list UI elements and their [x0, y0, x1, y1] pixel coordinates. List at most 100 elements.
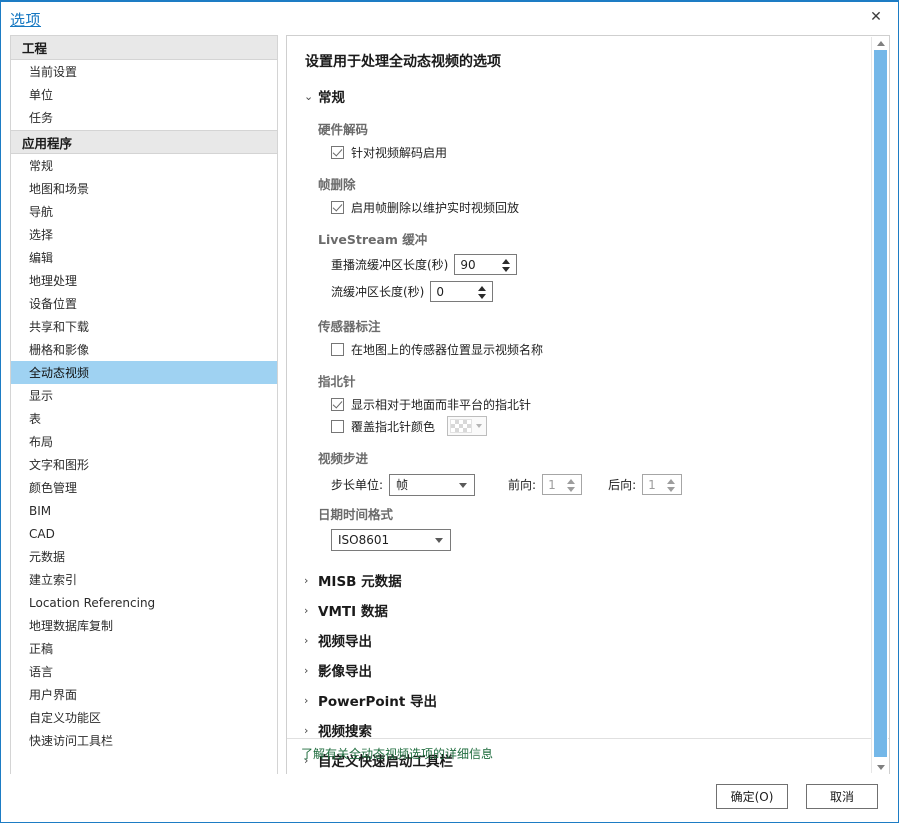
section-header-powerpoint-export-label: PowerPoint 导出 [318, 694, 438, 710]
sidebar-item-layout[interactable]: 布局 [11, 430, 277, 453]
checkbox-row-hardware-decode[interactable]: 针对视频解码启用 [331, 142, 858, 162]
color-picker-compass [447, 416, 488, 436]
vertical-scrollbar[interactable] [871, 37, 888, 773]
spinner-replay-buffer[interactable]: 90 [454, 254, 518, 275]
scroll-up-icon[interactable] [872, 37, 889, 49]
sidebar-item-color-management[interactable]: 颜色管理 [11, 476, 277, 499]
checkbox-frame-drop-label: 启用帧删除以维护实时视频回放 [351, 200, 520, 215]
cancel-button[interactable]: 取消 [806, 784, 878, 809]
ok-button[interactable]: 确定(O) [716, 784, 788, 809]
section-header-general[interactable]: ⌄ 常规 [304, 85, 858, 107]
section-header-video-export[interactable]: › 视频导出 [304, 629, 858, 651]
spinner-forward-step[interactable]: 1 [542, 474, 583, 495]
spinner-stream-buffer-arrows[interactable] [476, 283, 487, 301]
section-header-image-export-label: 影像导出 [318, 664, 372, 680]
spinner-backward-step-arrows[interactable] [665, 476, 676, 494]
checkbox-hardware-decode[interactable] [331, 145, 344, 159]
sidebar-item-location-referencing[interactable]: Location Referencing [11, 591, 277, 614]
color-swatch-transparent [450, 419, 473, 433]
combo-datetime-format[interactable]: ISO8601 [331, 529, 451, 551]
label-forward-step: 前向: [508, 478, 537, 492]
checkbox-row-compass-ground-relative[interactable]: 显示相对于地面而非平台的指北针 [331, 394, 858, 414]
page-title: 设置用于处理全动态视频的选项 [305, 54, 501, 70]
chevron-right-icon: › [304, 723, 309, 737]
checkbox-row-frame-drop[interactable]: 启用帧删除以维护实时视频回放 [331, 197, 858, 217]
checkbox-row-compass-override-color[interactable]: 覆盖指北针颜色 [331, 416, 858, 436]
sidebar-item-user-interface[interactable]: 用户界面 [11, 683, 277, 706]
section-header-misb-metadata-label: MISB 元数据 [318, 574, 402, 590]
sidebar-item-full-motion-video[interactable]: 全动态视频 [11, 361, 277, 384]
sidebar-item-current-settings[interactable]: 当前设置 [11, 60, 277, 83]
nav-group-header-application: 应用程序 [11, 130, 277, 154]
section-header-vmti-data[interactable]: › VMTI 数据 [304, 599, 858, 621]
label-backward-step: 后向: [608, 478, 637, 492]
sidebar-item-table[interactable]: 表 [11, 407, 277, 430]
sidebar-item-geodatabase-replication[interactable]: 地理数据库复制 [11, 614, 277, 637]
sidebar-item-quick-access-toolbar[interactable]: 快速访问工具栏 [11, 729, 277, 752]
content-scroll-area: 设置用于处理全动态视频的选项 ⌄ 常规 硬件解码 针对视频解码启用 帧删除 启用… [287, 36, 872, 774]
spinner-stream-buffer-value: 0 [436, 284, 445, 299]
sidebar-item-proofing[interactable]: 正稿 [11, 637, 277, 660]
group-label-livestream-buffer: LiveStream 缓冲 [318, 232, 428, 247]
sidebar-item-geoprocessing[interactable]: 地理处理 [11, 269, 277, 292]
spinner-replay-buffer-arrows[interactable] [500, 256, 511, 274]
scroll-down-icon[interactable] [872, 761, 889, 773]
nav-group-header-project: 工程 [11, 36, 277, 60]
spinner-backward-step[interactable]: 1 [642, 474, 683, 495]
field-row-datetime-format: ISO8601 [331, 527, 858, 553]
sidebar-item-indexing[interactable]: 建立索引 [11, 568, 277, 591]
chevron-right-icon: › [304, 603, 309, 617]
sidebar-item-language[interactable]: 语言 [11, 660, 277, 683]
checkbox-sensor-annotation-label: 在地图上的传感器位置显示视频名称 [351, 342, 544, 357]
spinner-stream-buffer[interactable]: 0 [430, 281, 494, 302]
sidebar[interactable]: 工程 当前设置 单位 任务 应用程序 常规 地图和场景 导航 选择 编辑 地理处… [10, 35, 278, 775]
sidebar-item-display[interactable]: 显示 [11, 384, 277, 407]
dialog-title: 选项 [10, 11, 42, 29]
checkbox-compass-ground-relative[interactable] [331, 397, 344, 411]
sidebar-item-navigation[interactable]: 导航 [11, 200, 277, 223]
sidebar-item-units[interactable]: 单位 [11, 83, 277, 106]
checkbox-compass-override-color[interactable] [331, 419, 344, 433]
checkbox-frame-drop[interactable] [331, 200, 344, 214]
checkbox-sensor-annotation[interactable] [331, 342, 344, 356]
sidebar-item-selection[interactable]: 选择 [11, 223, 277, 246]
checkbox-compass-ground-relative-label: 显示相对于地面而非平台的指北针 [351, 397, 532, 412]
group-label-hardware-decode: 硬件解码 [318, 122, 369, 137]
sidebar-item-text-and-graphics[interactable]: 文字和图形 [11, 453, 277, 476]
scrollbar-thumb[interactable] [874, 50, 887, 757]
checkbox-row-sensor-annotation[interactable]: 在地图上的传感器位置显示视频名称 [331, 339, 858, 359]
spinner-backward-step-value: 1 [648, 477, 656, 492]
dialog-footer: 确定(O) 取消 [1, 774, 898, 822]
sidebar-item-tasks[interactable]: 任务 [11, 106, 277, 129]
help-link[interactable]: 了解有关全动态视频选项的详细信息 [301, 745, 493, 762]
sidebar-item-device-location[interactable]: 设备位置 [11, 292, 277, 315]
sidebar-item-general[interactable]: 常规 [11, 154, 277, 177]
section-header-video-export-label: 视频导出 [318, 634, 372, 650]
spinner-forward-step-arrows[interactable] [565, 476, 576, 494]
section-header-powerpoint-export[interactable]: › PowerPoint 导出 [304, 689, 858, 711]
sidebar-item-share-and-download[interactable]: 共享和下载 [11, 315, 277, 338]
section-header-general-label: 常规 [318, 90, 345, 106]
section-header-misb-metadata[interactable]: › MISB 元数据 [304, 569, 858, 591]
sidebar-item-bim[interactable]: BIM [11, 499, 277, 522]
sidebar-item-raster-and-imagery[interactable]: 栅格和影像 [11, 338, 277, 361]
group-label-video-step: 视频步进 [318, 451, 369, 466]
group-label-frame-drop: 帧删除 [318, 177, 356, 192]
sidebar-item-customize-ribbon[interactable]: 自定义功能区 [11, 706, 277, 729]
sidebar-item-cad[interactable]: CAD [11, 522, 277, 545]
sidebar-item-metadata[interactable]: 元数据 [11, 545, 277, 568]
field-row-video-step: 步长单位: 帧 前向: 1 后向: 1 [331, 471, 858, 498]
combo-step-unit[interactable]: 帧 [389, 473, 476, 496]
section-header-image-export[interactable]: › 影像导出 [304, 659, 858, 681]
label-stream-buffer: 流缓冲区长度(秒) [331, 285, 425, 299]
label-replay-buffer: 重播流缓冲区长度(秒) [331, 258, 449, 272]
chevron-right-icon: › [304, 663, 309, 677]
group-label-datetime-format: 日期时间格式 [318, 507, 394, 522]
sidebar-item-editing[interactable]: 编辑 [11, 246, 277, 269]
combo-step-unit-value: 帧 [396, 478, 409, 492]
sidebar-item-map-and-scene[interactable]: 地图和场景 [11, 177, 277, 200]
title-bar: 选项 ✕ [1, 2, 898, 34]
chevron-right-icon: › [304, 633, 309, 647]
group-label-compass: 指北针 [318, 374, 356, 389]
close-icon[interactable]: ✕ [854, 2, 898, 32]
